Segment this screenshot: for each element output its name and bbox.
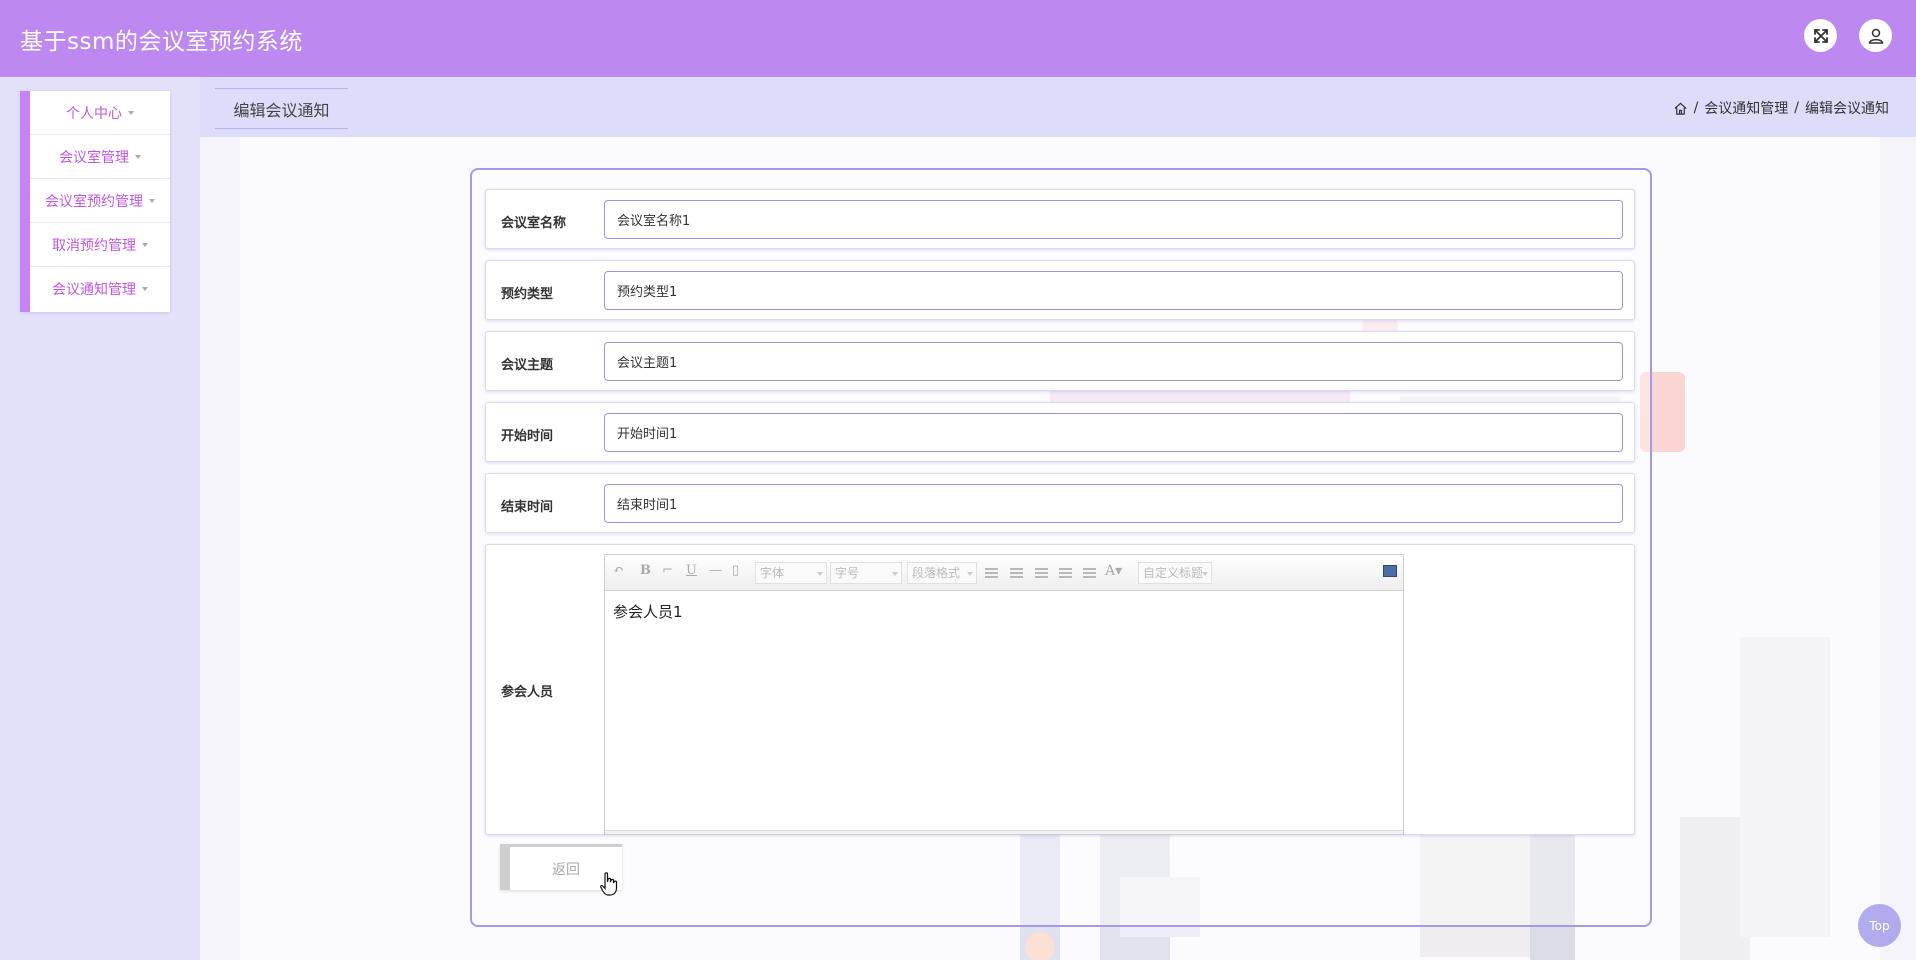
paste-icon[interactable]: ▯ [732,563,739,578]
caret-down-icon [135,154,141,159]
breadcrumb-separator: / [1794,100,1799,116]
font-size-select[interactable]: 字号 [830,562,902,584]
start-time-input[interactable] [604,413,1623,452]
rich-text-editor: ↶ B ⌐ U — ▯ 字体 字号 段落格式 A▾ 自定义标题 参会人员1 [604,554,1404,835]
caret-down-icon [128,110,134,115]
caret-down-icon [149,198,155,203]
breadcrumb-item: 编辑会议通知 [1805,101,1889,117]
field-label: 结束时间 [501,500,554,515]
room-name-input[interactable] [604,200,1623,239]
breadcrumb: / 会议通知管理 / 编辑会议通知 [1673,98,1889,118]
table-icon[interactable] [985,568,998,578]
caret-down-icon [142,242,148,247]
font-family-select[interactable]: 字体 [755,562,827,584]
sidebar-item-label: 会议通知管理 [52,282,136,298]
editor-content[interactable]: 参会人员1 [613,601,683,622]
align-right-icon[interactable] [1035,568,1048,578]
sidebar-item-label: 个人中心 [66,105,122,122]
horizontal-rule-icon[interactable]: — [709,563,722,578]
paragraph-format-select[interactable]: 段落格式 [907,562,977,584]
sidebar-item-label: 取消预约管理 [52,237,136,254]
field-label: 参会人员 [501,685,554,700]
justify-icon[interactable] [1083,568,1096,578]
form-row-room-name: 会议室名称 [485,189,1635,249]
underline-icon[interactable]: U [686,563,697,578]
font-color-icon[interactable]: A▾ [1105,563,1122,579]
align-center-icon[interactable] [1059,568,1072,578]
form-row-participants: 参会人员 ↶ B ⌐ U — ▯ 字体 字号 段落格式 A▾ 自定义标题 参会人… [485,544,1635,835]
fullscreen-button[interactable] [1804,19,1837,52]
hand-cursor-icon [600,872,618,896]
breadcrumb-item[interactable]: 会议通知管理 [1704,98,1788,118]
form-row-booking-type: 预约类型 [485,260,1635,320]
format-painter-icon[interactable]: ⌐ [662,563,673,578]
field-label: 预约类型 [501,287,554,302]
end-time-input[interactable] [604,484,1623,523]
caret-down-icon [142,287,148,291]
sidebar-item-meeting-notice[interactable]: 会议通知管理 [30,267,170,311]
bold-icon[interactable]: B [640,563,651,578]
editor-statusbar [605,830,1403,834]
sidebar-item-personal-center[interactable]: 个人中心 [30,91,170,135]
custom-title-select[interactable]: 自定义标题 [1138,562,1212,584]
fullscreen-icon [1813,28,1828,43]
sidebar-item-cancel-booking[interactable]: 取消预约管理 [30,223,170,267]
tab-edit-notice[interactable]: 编辑会议通知 [215,88,348,129]
field-label: 开始时间 [501,429,554,444]
sidebar-item-label: 会议室预约管理 [45,193,143,210]
booking-type-input[interactable] [604,271,1623,310]
meeting-topic-input[interactable] [604,342,1623,381]
form-row-end-time: 结束时间 [485,473,1635,533]
top-header: 基于ssm的会议室预约系统 [0,0,1916,77]
field-label: 会议主题 [501,358,554,373]
back-to-top-button[interactable]: Top [1858,904,1901,947]
editor-toolbar: ↶ B ⌐ U — ▯ 字体 字号 段落格式 A▾ 自定义标题 [605,555,1403,591]
align-left-icon[interactable] [1010,568,1023,578]
home-icon[interactable] [1673,101,1688,116]
tab-strip [200,77,1916,137]
sidebar-item-room-management[interactable]: 会议室管理 [30,135,170,179]
user-icon [1868,28,1883,44]
user-menu-button[interactable] [1859,19,1892,52]
field-label: 会议室名称 [501,216,567,231]
form-row-start-time: 开始时间 [485,402,1635,462]
app-title: 基于ssm的会议室预约系统 [20,29,303,55]
sidebar-item-label: 会议室管理 [59,149,129,166]
sidebar-menu: 个人中心 会议室管理 会议室预约管理 取消预约管理 会议通知管理 [20,91,170,312]
form-row-meeting-topic: 会议主题 [485,331,1635,391]
breadcrumb-separator: / [1693,100,1699,116]
sidebar-item-booking-management[interactable]: 会议室预约管理 [30,179,170,223]
fullscreen-editor-icon[interactable] [1383,565,1397,577]
undo-icon[interactable]: ↶ [613,563,624,578]
